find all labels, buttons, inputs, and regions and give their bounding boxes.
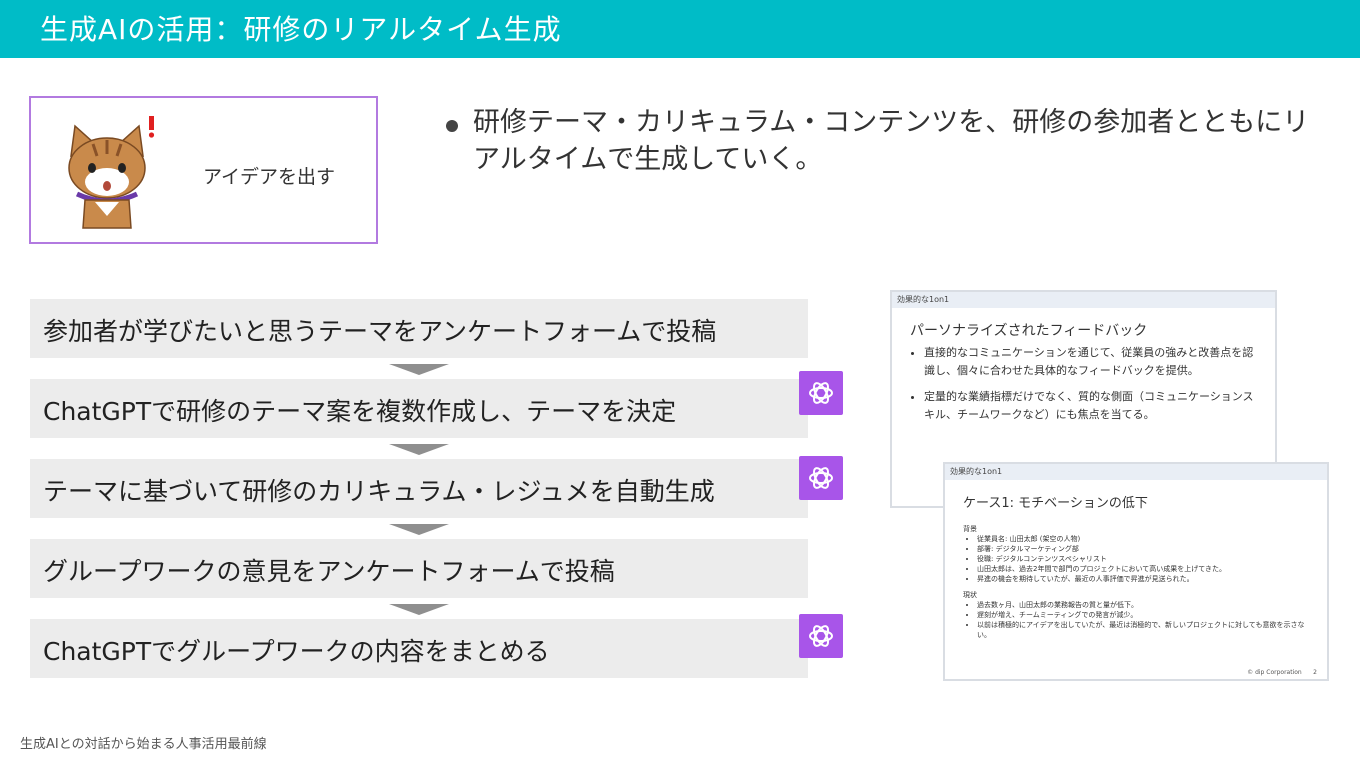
thumbnail-header: 効果的な1on1 [945,464,1327,480]
step-4: グループワークの意見をアンケートフォームで投稿 [30,539,808,598]
down-arrow-icon [389,604,449,615]
thumbnail-footer: © dip Corporation 2 [1247,669,1317,676]
chatgpt-logo-icon [799,614,843,658]
step-1: 参加者が学びたいと思うテーマをアンケートフォームで投稿 [30,299,808,358]
step-4-text: グループワークの意見をアンケートフォームで投稿 [43,557,615,586]
thumbnail-title: パーソナライズされたフィードバック [910,323,1148,339]
list-item: 遅刻が増え、チームミーティングでの発言が減少。 [977,610,1317,620]
bullet-dot-icon [446,120,458,132]
step-3-text: テーマに基づいて研修のカリキュラム・レジュメを自動生成 [43,477,715,506]
down-arrow-icon [389,444,449,455]
step-2: ChatGPTで研修のテーマ案を複数作成し、テーマを決定 [30,379,808,438]
thumbnail-bullets: 従業員名: 山田太郎 (架空の人物) 部署: デジタルマーケティング部 役職: … [963,534,1317,584]
list-item: 従業員名: 山田太郎 (架空の人物) [977,534,1317,544]
step-1-text: 参加者が学びたいと思うテーマをアンケートフォームで投稿 [43,317,717,346]
main-bullet: 研修テーマ・カリキュラム・コンテンツを、研修の参加者とともにリアルタイムで生成し… [440,104,1320,178]
list-item: 以前は積極的にアイデアを出していたが、最近は消極的で、新しいプロジェクトに対して… [977,620,1317,640]
page-number: 2 [1313,669,1317,676]
section-label: 背景 [963,525,977,533]
header-bar: 生成AIの活用：研修のリアルタイム生成 [0,0,1360,58]
step-5-text: ChatGPTでグループワークの内容をまとめる [43,637,550,666]
footer-text: 生成AIとの対話から始まる人事活用最前線 [20,737,267,752]
thumbnail-title: ケース1: モチベーションの低下 [963,496,1148,511]
idea-label: アイデアを出す [203,166,336,188]
chatgpt-logo-icon [799,371,843,415]
step-2-text: ChatGPTで研修のテーマ案を複数作成し、テーマを決定 [43,397,677,426]
idea-box: アイデアを出す [29,96,378,244]
down-arrow-icon [389,364,449,375]
step-3: テーマに基づいて研修のカリキュラム・レジュメを自動生成 [30,459,808,518]
main-bullet-text: 研修テーマ・カリキュラム・コンテンツを、研修の参加者とともにリアルタイムで生成し… [473,107,1310,175]
thumbnail-header: 効果的な1on1 [892,292,1275,308]
list-item: 部署: デジタルマーケティング部 [977,544,1317,554]
list-item: 定量的な業績指標だけでなく、質的な側面（コミュニケーションスキル、チームワークな… [924,388,1264,424]
chatgpt-logo-icon [799,456,843,500]
step-5: ChatGPTでグループワークの内容をまとめる [30,619,808,678]
list-item: 役職: デジタルコンテンツスペシャリスト [977,554,1317,564]
page-title: 生成AIの活用：研修のリアルタイム生成 [40,13,562,46]
list-item: 直接的なコミュニケーションを通じて、従業員の強みと改善点を認識し、個々に合わせた… [924,344,1264,380]
company-label: © dip Corporation [1247,669,1302,676]
thumbnail-bullets: 過去数ヶ月、山田太郎の業務報告の質と量が低下。 遅刻が増え、チームミーティングで… [963,600,1317,640]
down-arrow-icon [389,524,449,535]
section-label: 現状 [963,591,977,599]
list-item: 山田太郎は、過去2年間で部門のプロジェクトにおいて高い成果を上げてきた。 [977,564,1317,574]
list-item: 昇進の機会を期待していたが、最近の人事評価で昇進が見送られた。 [977,574,1317,584]
thumbnail-bullets: 直接的なコミュニケーションを通じて、従業員の強みと改善点を認識し、個々に合わせた… [906,344,1264,432]
list-item: 過去数ヶ月、山田太郎の業務報告の質と量が低下。 [977,600,1317,610]
surprised-cat-icon [68,116,155,229]
slide-thumbnail-2: 効果的な1on1 ケース1: モチベーションの低下 背景 従業員名: 山田太郎 … [943,462,1329,681]
